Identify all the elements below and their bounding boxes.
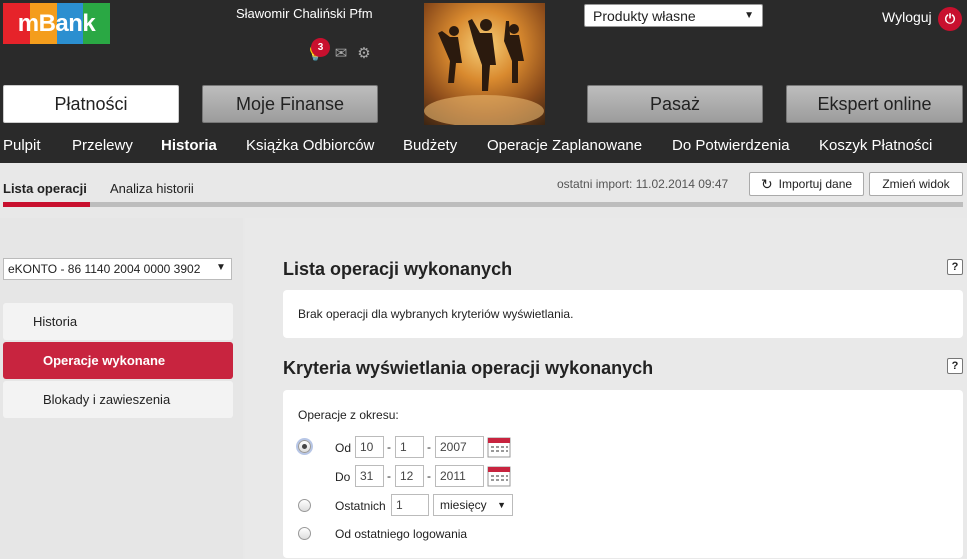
chevron-down-icon: ▼ [497,500,506,510]
last-label: Ostatnich [335,499,386,513]
chevron-down-icon: ▼ [216,262,226,273]
from-label: Od [335,441,352,455]
menu-operacje-wykonane[interactable]: Operacje wykonane [3,342,233,379]
nav-budzety[interactable]: Budżety [403,137,457,154]
tab-underline-track [3,202,963,207]
tab-lista-operacji[interactable]: Lista operacji [3,181,87,196]
calendar-icon[interactable] [487,436,511,458]
criteria-title: Kryteria wyświetlania operacji wykonanyc… [283,358,654,378]
to-year-input[interactable]: 2011 [435,465,484,487]
product-select[interactable]: Produkty własne ▼ [584,4,763,27]
nav-historia[interactable]: Historia [161,137,217,154]
nav-ksiazka-odbiorcow[interactable]: Książka Odbiorców [246,137,374,154]
last-n-input[interactable]: 1 [391,494,429,516]
chevron-down-icon: ▼ [744,10,754,21]
help-icon[interactable]: ? [947,259,963,275]
menu-blokady[interactable]: Blokady i zawieszenia [3,381,233,418]
period-unit-select[interactable]: miesięcy ▼ [433,494,513,516]
user-name: Sławomir Chaliński Pfm [236,6,373,21]
no-operations-card: Brak operacji dla wybranych kryteriów wy… [283,290,963,338]
tab-underline-active [3,202,90,207]
help-icon[interactable]: ? [947,358,963,374]
nav-do-potwierdzenia[interactable]: Do Potwierdzenia [672,137,790,154]
change-view-button[interactable]: Zmień widok [869,172,963,196]
tab-expert-online[interactable]: Ekspert online [786,85,963,123]
mail-icon[interactable]: ✉ [335,44,348,64]
nav-pulpit[interactable]: Pulpit [3,137,41,154]
logo-text: mBank [17,9,96,37]
period-unit-value: miesięcy [440,498,487,512]
logout-link[interactable]: Wyloguj [882,9,932,25]
gear-icon[interactable]: ⚙ [357,44,370,64]
account-select[interactable]: eKONTO - 86 1140 2004 0000 3902 [3,258,232,280]
tab-payments[interactable]: Płatności [3,85,179,123]
to-day-input[interactable]: 31 [355,465,384,487]
to-month-input[interactable]: 12 [395,465,424,487]
from-month-input[interactable]: 1 [395,436,424,458]
import-button[interactable]: ↻ Importuj dane [749,172,864,196]
last-import-text: ostatni import: 11.02.2014 09:47 [557,177,729,191]
promo-photo [424,3,545,125]
no-operations-text: Brak operacji dla wybranych kryteriów wy… [298,307,574,321]
refresh-icon: ↻ [760,175,773,192]
product-select-value: Produkty własne [593,7,696,24]
menu-historia[interactable]: Historia [3,303,233,340]
tab-marketplace[interactable]: Pasaż [587,85,763,123]
import-button-label: Importuj dane [778,177,853,191]
nav-koszyk-platnosci[interactable]: Koszyk Płatności [819,137,932,154]
power-icon[interactable]: ⏻ [938,7,962,31]
tab-analiza-historii[interactable]: Analiza historii [110,181,194,196]
nav-operacje-zaplanowane[interactable]: Operacje Zaplanowane [487,137,642,154]
tab-my-finances[interactable]: Moje Finanse [202,85,378,123]
nav-przelewy[interactable]: Przelewy [72,137,133,154]
people-silhouettes [424,19,544,125]
sub-navigation: Pulpit Przelewy Historia Książka Odbiorc… [0,128,967,162]
to-label: Do [335,470,351,484]
calendar-icon[interactable] [487,465,511,487]
list-title: Lista operacji wykonanych [283,259,513,279]
radio-date-range[interactable] [298,440,311,453]
radio-since-login[interactable] [298,527,311,540]
notification-badge[interactable]: 3 [311,38,330,57]
from-day-input[interactable]: 10 [355,436,384,458]
radio-last-n[interactable] [298,499,311,512]
from-year-input[interactable]: 2007 [435,436,484,458]
period-label: Operacje z okresu: [298,408,399,422]
since-login-label: Od ostatniego logowania [335,527,468,541]
